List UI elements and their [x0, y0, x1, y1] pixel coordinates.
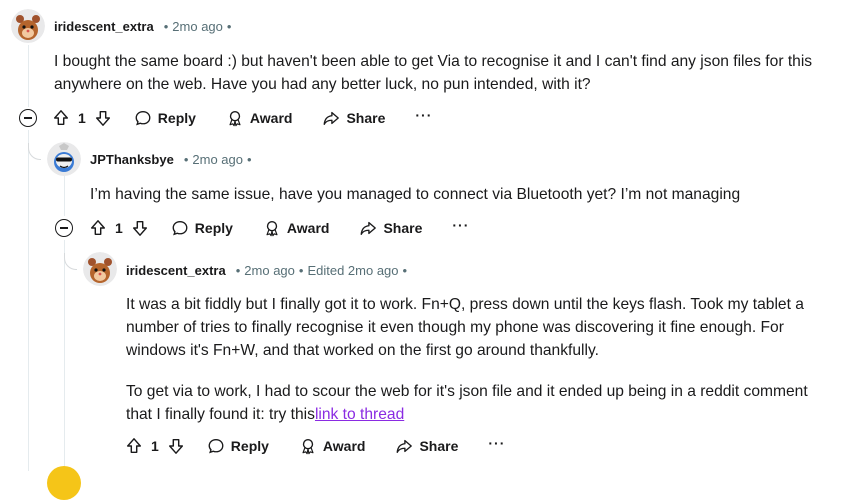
thread-line [64, 176, 65, 216]
separator: • [163, 19, 169, 34]
comment-meta: JPThanksbye • 2mo ago • [90, 152, 256, 167]
comment-actions: 1 Reply Award Share ··· [89, 214, 469, 242]
comment-meta: iridescent_extra • 2mo ago • [54, 19, 235, 34]
reply-button[interactable]: Reply [207, 437, 269, 455]
separator: • [183, 152, 189, 167]
avatar[interactable] [47, 142, 81, 176]
comment-paragraph: To get via to work, I had to scour the w… [126, 380, 832, 426]
comment-icon [135, 111, 151, 126]
comment-paragraph: It was a bit fiddly but I finally got it… [126, 296, 804, 359]
upvote-icon[interactable] [52, 109, 70, 127]
share-label: Share [383, 220, 423, 236]
comment-body: It was a bit fiddly but I finally got it… [126, 293, 832, 426]
thread-link[interactable]: link to thread [315, 406, 404, 423]
vote-group: 1 [89, 219, 149, 237]
comment-body: I’m having the same issue, have you mana… [90, 183, 830, 206]
separator: • [402, 263, 408, 278]
timestamp[interactable]: 2mo ago [244, 263, 295, 278]
more-options-icon[interactable]: ··· [415, 107, 432, 123]
avatar[interactable] [11, 9, 45, 43]
vote-count: 1 [115, 220, 123, 236]
award-icon [229, 111, 241, 127]
award-button[interactable]: Award [226, 109, 293, 127]
comment-paragraph: I’m having the same issue, have you mana… [90, 186, 741, 203]
thread-line [28, 45, 29, 107]
more-options-icon[interactable]: ··· [452, 217, 469, 233]
vote-count: 1 [78, 110, 86, 126]
comment-text: To get via to work, I had to scour the w… [126, 383, 808, 423]
thread-line [28, 130, 29, 471]
award-icon [266, 221, 278, 237]
username[interactable]: iridescent_extra [54, 19, 154, 34]
comment-actions: 1 Reply Award Share ··· [125, 432, 505, 460]
share-button[interactable]: Share [395, 437, 458, 455]
username[interactable]: iridescent_extra [126, 263, 226, 278]
separator: • [235, 263, 241, 278]
comment-icon [172, 221, 188, 236]
share-label: Share [346, 110, 386, 126]
reply-button[interactable]: Reply [134, 109, 196, 127]
timestamp[interactable]: 2mo ago [172, 19, 223, 34]
thread-line [64, 240, 65, 471]
avatar[interactable] [83, 252, 117, 286]
comment-actions: 1 Reply Award Share ··· [52, 104, 432, 132]
award-label: Award [322, 438, 366, 454]
award-label: Award [249, 110, 293, 126]
vote-group: 1 [125, 437, 185, 455]
award-button[interactable]: Award [263, 219, 330, 237]
avatar[interactable] [47, 466, 81, 500]
collapse-button[interactable] [19, 109, 37, 127]
username[interactable]: JPThanksbye [90, 152, 174, 167]
award-button[interactable]: Award [299, 437, 366, 455]
separator: • [226, 19, 232, 34]
comment-meta: iridescent_extra • 2mo ago • Edited 2mo … [126, 263, 411, 278]
reply-button[interactable]: Reply [171, 219, 233, 237]
separator: • [298, 263, 304, 278]
comment-body: I bought the same board :) but haven't b… [54, 50, 834, 96]
reply-label: Reply [230, 438, 269, 454]
downvote-icon[interactable] [94, 109, 112, 127]
separator: • [246, 152, 252, 167]
thread-connector [64, 253, 77, 270]
share-button[interactable]: Share [359, 219, 422, 237]
upvote-icon[interactable] [125, 437, 143, 455]
award-label: Award [286, 220, 330, 236]
more-options-icon[interactable]: ··· [488, 435, 505, 451]
edited-label: Edited 2mo ago [307, 263, 399, 278]
share-icon [324, 111, 340, 125]
vote-count: 1 [151, 438, 159, 454]
collapse-button[interactable] [55, 219, 73, 237]
comment-icon [208, 439, 224, 454]
downvote-icon[interactable] [167, 437, 185, 455]
share-label: Share [419, 438, 459, 454]
share-icon [361, 221, 377, 235]
thread-connector [28, 143, 41, 160]
reply-label: Reply [157, 110, 196, 126]
vote-group: 1 [52, 109, 112, 127]
reply-label: Reply [194, 220, 233, 236]
downvote-icon[interactable] [131, 219, 149, 237]
share-button[interactable]: Share [322, 109, 385, 127]
timestamp[interactable]: 2mo ago [192, 152, 243, 167]
award-icon [302, 439, 314, 455]
comment-paragraph: I bought the same board :) but haven't b… [54, 53, 813, 93]
upvote-icon[interactable] [89, 219, 107, 237]
share-icon [397, 439, 413, 453]
